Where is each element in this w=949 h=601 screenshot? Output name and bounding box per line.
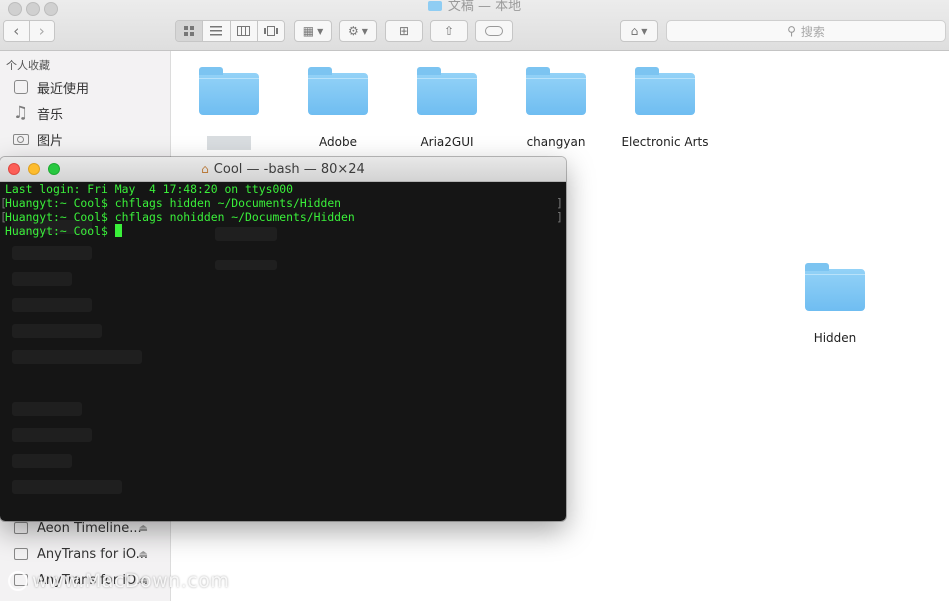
folder-item-aria2gui[interactable]: Aria2GUI: [397, 67, 497, 149]
background-ghost: [12, 298, 92, 312]
folder-item-adobe[interactable]: Adobe: [288, 67, 388, 149]
sidebar-device-anytrans-1[interactable]: AnyTrans for iO... ⏏: [12, 543, 162, 565]
folder-item-electronic-arts[interactable]: Electronic Arts: [615, 67, 715, 149]
sidebar-item-pictures[interactable]: 图片: [12, 128, 162, 150]
folder-label: Adobe: [319, 135, 357, 149]
terminal-titlebar[interactable]: ⌂ Cool — -bash — 80×24: [0, 157, 566, 182]
folder-icon: [805, 263, 865, 311]
gear-icon: ⚙: [348, 24, 359, 38]
sidebar-section-favorites: 个人收藏: [6, 59, 50, 72]
back-button[interactable]: ‹: [4, 21, 30, 41]
group-icon: ▦: [302, 24, 315, 38]
columns-icon: [237, 26, 251, 36]
tag-icon: [485, 26, 503, 36]
folder-label: changyan: [526, 135, 586, 149]
background-ghost: [12, 246, 92, 260]
tags-button[interactable]: [475, 20, 513, 42]
folder-icon: [427, 1, 442, 11]
chevron-down-icon: ▼: [361, 26, 368, 36]
watermark-logo-icon: [8, 571, 28, 591]
folder-icon: [199, 67, 259, 115]
share-icon: ⇧: [443, 24, 455, 38]
recents-icon: [12, 80, 29, 95]
background-ghost: [12, 480, 122, 494]
terminal-output[interactable]: Last login: Fri May 4 17:48:20 on ttys00…: [0, 182, 566, 521]
line-edge-marker: [: [0, 196, 7, 210]
background-ghost: [12, 272, 72, 286]
finder-toolbar: 文稿 — 本地 ‹ › ▦ ▼ ⚙ ▼ ⊞ ⇧ ⌂ ▼ ⚲ 搜索: [0, 0, 949, 51]
background-ghost: [12, 402, 82, 416]
terminal-prompt-line[interactable]: Huangyt:~ Cool$: [5, 224, 561, 238]
search-field[interactable]: ⚲ 搜索: [666, 20, 946, 42]
gallery-view-button[interactable]: [257, 21, 284, 41]
folder-icon: [308, 67, 368, 115]
dropbox-button[interactable]: ⌂ ▼: [620, 20, 658, 42]
home-icon: ⌂: [201, 162, 209, 176]
background-ghost: [12, 428, 92, 442]
folder-label: [179, 135, 279, 150]
sidebar-item-label: 图片: [37, 133, 64, 149]
sidebar-item-label: 最近使用: [37, 81, 90, 97]
icon-view-button[interactable]: [176, 21, 204, 41]
terminal-line: [Huangyt:~ Cool$ chflags nohidden ~/Docu…: [0, 210, 563, 224]
forward-button[interactable]: ›: [29, 21, 54, 41]
gallery-icon: [263, 26, 278, 36]
column-view-button[interactable]: [230, 21, 258, 41]
folder-icon: [417, 67, 477, 115]
search-placeholder: 搜索: [800, 24, 825, 39]
nav-back-forward: ‹ ›: [3, 20, 55, 42]
disk-icon: [12, 521, 29, 536]
line-edge-marker: [: [0, 210, 7, 224]
sidebar-item-label: Aeon Timeline...: [37, 520, 142, 536]
folder-label: Electronic Arts: [621, 135, 709, 149]
sidebar-item-label: AnyTrans for iO...: [37, 546, 149, 562]
new-folder-button[interactable]: ⊞: [385, 20, 423, 42]
eject-icon[interactable]: ⏏: [139, 549, 148, 560]
new-folder-icon: ⊞: [398, 24, 410, 38]
search-icon: ⚲: [787, 24, 796, 38]
list-view-button[interactable]: [203, 21, 231, 41]
background-ghost: [215, 260, 277, 270]
grid-icon: [183, 25, 194, 36]
terminal-cursor: [114, 224, 122, 237]
folder-item-changyan[interactable]: changyan: [506, 67, 606, 149]
line-edge-marker: ]: [556, 196, 563, 210]
share-button[interactable]: ⇧: [430, 20, 468, 42]
folder-label: Hidden: [813, 331, 857, 345]
terminal-line: [Huangyt:~ Cool$ chflags hidden ~/Docume…: [0, 196, 563, 210]
folder-item-blurred[interactable]: [179, 67, 279, 150]
group-button[interactable]: ▦ ▼: [294, 20, 332, 42]
eject-icon[interactable]: ⏏: [139, 523, 148, 534]
background-ghost: [12, 454, 72, 468]
terminal-line: Last login: Fri May 4 17:48:20 on ttys00…: [5, 182, 294, 196]
music-icon: ♫: [12, 103, 29, 123]
chevron-down-icon: ▼: [641, 26, 648, 36]
pictures-icon: [12, 132, 29, 147]
background-ghost: [12, 350, 142, 364]
view-mode-control: [175, 20, 285, 42]
list-icon: [210, 26, 223, 36]
folder-item-hidden[interactable]: Hidden: [785, 263, 885, 345]
terminal-window[interactable]: ⌂ Cool — -bash — 80×24 Last login: Fri Ma…: [0, 157, 566, 521]
sidebar-item-label: 音乐: [37, 107, 64, 123]
disk-icon: [12, 547, 29, 562]
chevron-down-icon: ▼: [317, 26, 324, 36]
dropbox-icon: ⌂: [630, 24, 639, 38]
sidebar-item-recents[interactable]: 最近使用: [12, 76, 162, 98]
folder-label: Aria2GUI: [420, 135, 474, 149]
background-ghost: [12, 324, 102, 338]
folder-icon: [635, 67, 695, 115]
sidebar-item-music[interactable]: ♫ 音乐: [12, 102, 162, 124]
finder-window-title: 文稿 — 本地: [0, 0, 949, 16]
watermark: www.MacDown.com: [8, 570, 229, 592]
terminal-title: ⌂ Cool — -bash — 80×24: [0, 157, 566, 182]
action-button[interactable]: ⚙ ▼: [339, 20, 377, 42]
line-edge-marker: ]: [556, 210, 563, 224]
folder-icon: [526, 67, 586, 115]
